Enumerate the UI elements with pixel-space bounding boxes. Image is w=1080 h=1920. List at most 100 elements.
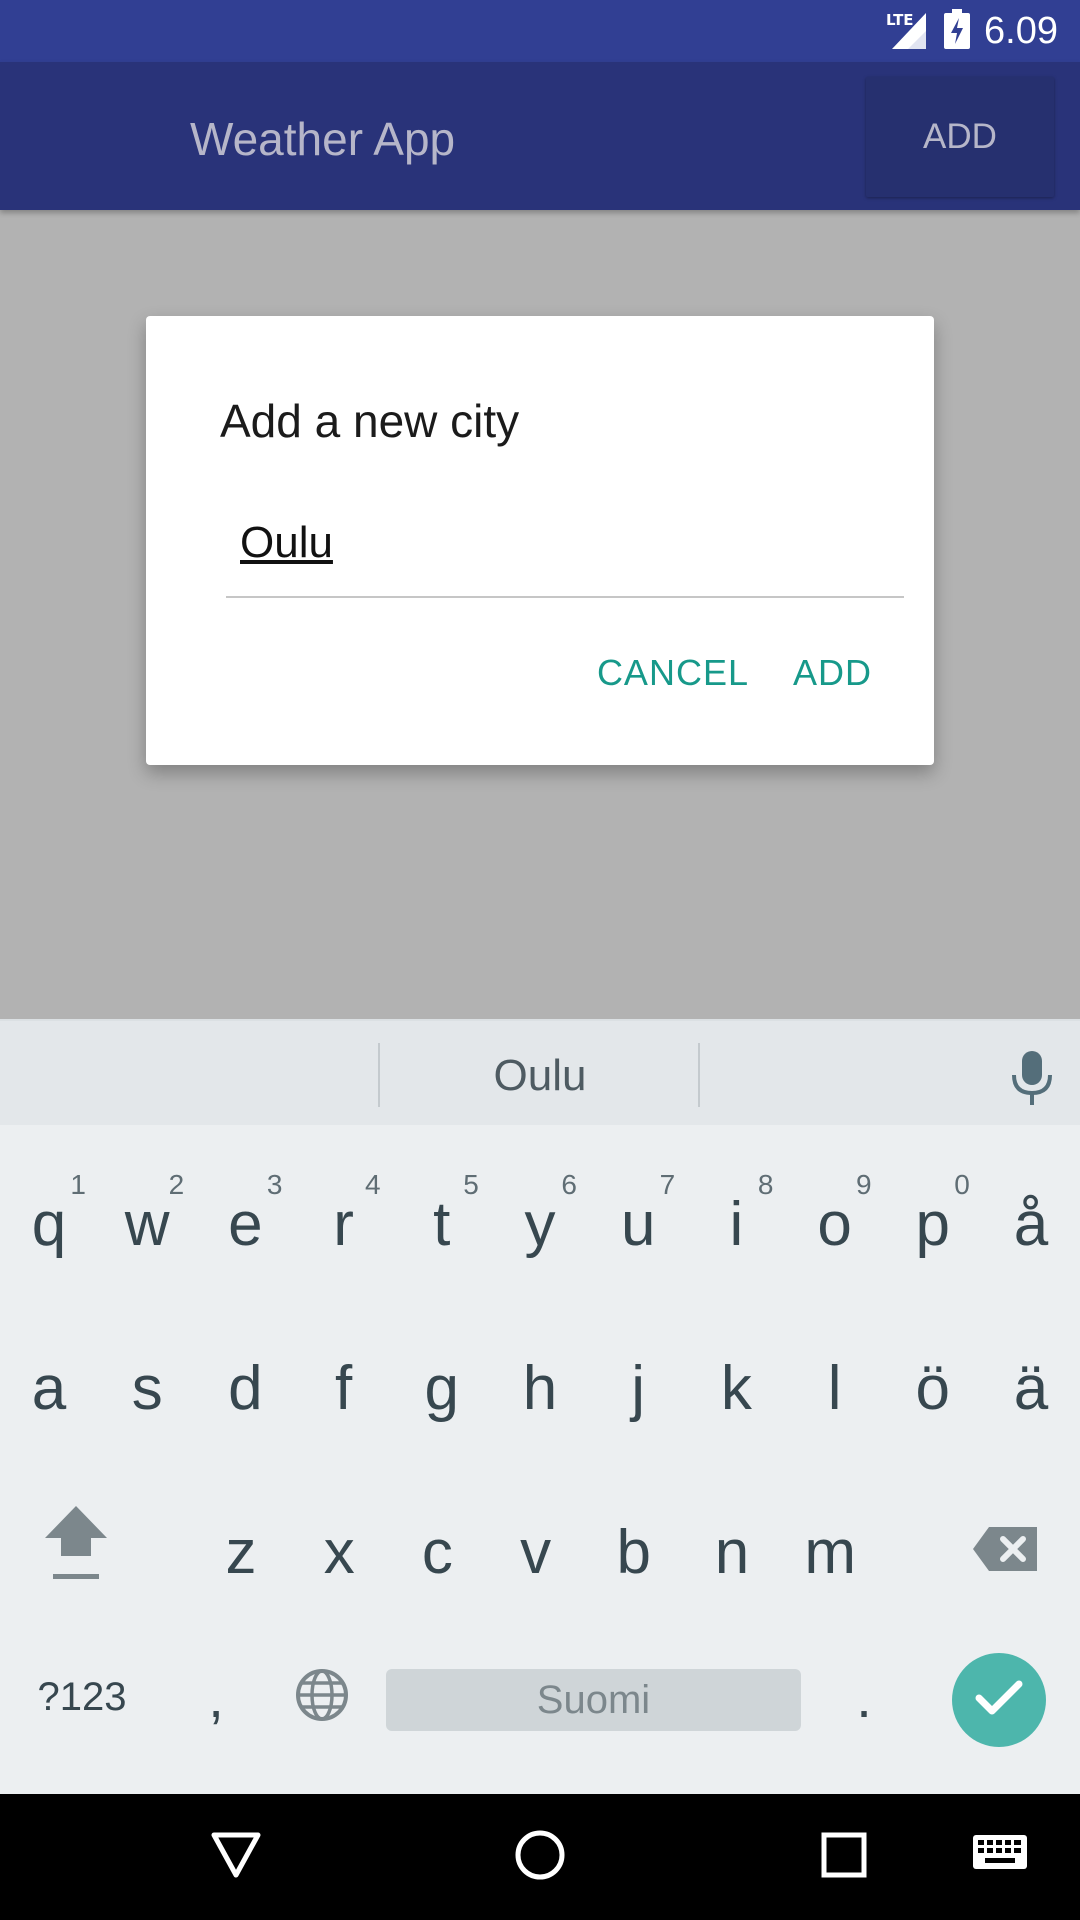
backspace-key[interactable] [952,1477,1060,1627]
key-hint-number: 9 [856,1169,872,1200]
key-k[interactable]: k [687,1313,785,1463]
key-label: u [620,1189,656,1259]
signal-icon: LTE [886,9,930,54]
key-h[interactable]: h [491,1313,589,1463]
checkmark-icon [974,1678,1024,1723]
app-title: Weather App [190,113,456,165]
home-icon [514,1829,566,1886]
key-label: p [915,1189,951,1259]
key-t[interactable]: t5 [393,1149,491,1299]
navigation-bar [0,1794,1080,1920]
globe-icon [294,1667,350,1728]
battery-charging-icon [944,8,971,54]
keyboard-switch-button[interactable] [940,1794,1060,1920]
key-n[interactable]: n [683,1477,781,1627]
key-v[interactable]: v [487,1477,585,1627]
key-label: v [520,1517,552,1587]
key-m[interactable]: m [781,1477,879,1627]
city-name-input[interactable] [226,516,904,598]
key-o[interactable]: o9 [786,1149,884,1299]
key-label: f [334,1353,353,1423]
key-y[interactable]: y6 [491,1149,589,1299]
key-label: n [714,1517,750,1587]
soft-keyboard: Oulu q1w2e3r4t5y6u7i8o9p0å asdfghjklöä z… [0,1019,1080,1794]
key-label: t [433,1189,451,1259]
key-label: h [522,1353,558,1423]
key-i[interactable]: i8 [687,1149,785,1299]
language-key[interactable] [280,1627,364,1767]
key-l[interactable]: l [786,1313,884,1463]
key-d[interactable]: d [196,1313,294,1463]
key-hint-number: 6 [561,1169,577,1200]
done-key[interactable] [952,1653,1046,1747]
key-label: r [333,1189,354,1259]
app-bar: Weather App ADD [0,62,1080,210]
key-hint-number: 0 [954,1169,970,1200]
dialog-actions: CANCEL ADD [597,652,872,694]
key-a[interactable]: a [0,1313,98,1463]
key-ö[interactable]: ö [884,1313,982,1463]
key-label: d [228,1353,263,1423]
key-å[interactable]: å [982,1149,1080,1299]
add-button[interactable]: ADD [793,652,872,694]
key-q[interactable]: q1 [0,1149,98,1299]
key-label: k [720,1353,752,1423]
key-label: a [31,1353,67,1423]
key-label: j [631,1353,646,1423]
key-ä[interactable]: ä [982,1313,1080,1463]
key-label: y [524,1189,556,1259]
key-j[interactable]: j [589,1313,687,1463]
key-w[interactable]: w2 [98,1149,196,1299]
key-label: l [827,1353,842,1423]
key-label: e [228,1189,263,1259]
key-label: i [729,1189,744,1259]
key-u[interactable]: u7 [589,1149,687,1299]
period-key[interactable]: . [824,1627,904,1767]
comma-key[interactable]: , [176,1627,256,1767]
space-key[interactable]: Suomi [386,1669,801,1731]
key-label: c [421,1517,453,1587]
key-hint-number: 4 [365,1169,381,1200]
key-hint-number: 5 [463,1169,479,1200]
key-label: x [323,1517,355,1587]
dialog-title: Add a new city [220,395,520,447]
status-time: 6.09 [984,9,1058,52]
key-r[interactable]: r4 [295,1149,393,1299]
key-z[interactable]: z [192,1477,290,1627]
suggestion-word[interactable]: Oulu [380,1021,700,1125]
key-label: q [31,1189,67,1259]
microphone-icon[interactable] [1006,1049,1058,1112]
backspace-icon [973,1517,1039,1588]
key-label: g [424,1353,460,1423]
key-p[interactable]: p0 [884,1149,982,1299]
key-label: s [131,1353,163,1423]
back-icon [210,1829,262,1886]
suggestion-divider [698,1043,700,1107]
key-hint-number: 1 [70,1169,86,1200]
back-button[interactable] [176,1794,296,1920]
key-g[interactable]: g [393,1313,491,1463]
key-hint-number: 8 [757,1169,774,1200]
key-e[interactable]: e3 [196,1149,294,1299]
keyboard-switch-icon [973,1834,1027,1880]
status-bar: LTE 6.09 [0,0,1080,62]
add-city-dialog: Add a new city CANCEL ADD [146,316,934,765]
home-button[interactable] [480,1794,600,1920]
key-label: å [1013,1189,1049,1259]
key-x[interactable]: x [290,1477,388,1627]
shift-icon [41,1500,111,1605]
shift-key[interactable] [24,1477,128,1627]
key-hint-number: 7 [659,1169,676,1200]
key-c[interactable]: c [388,1477,486,1627]
symbols-key[interactable]: ?123 [20,1627,144,1767]
cancel-button[interactable]: CANCEL [597,652,749,694]
key-label: ä [1013,1353,1049,1423]
key-f[interactable]: f [295,1313,393,1463]
key-label: w [124,1189,170,1259]
recents-icon [820,1831,868,1884]
suggestion-strip: Oulu [0,1019,1080,1125]
appbar-add-button[interactable]: ADD [866,77,1054,197]
key-s[interactable]: s [98,1313,196,1463]
recents-button[interactable] [784,1794,904,1920]
key-b[interactable]: b [585,1477,683,1627]
